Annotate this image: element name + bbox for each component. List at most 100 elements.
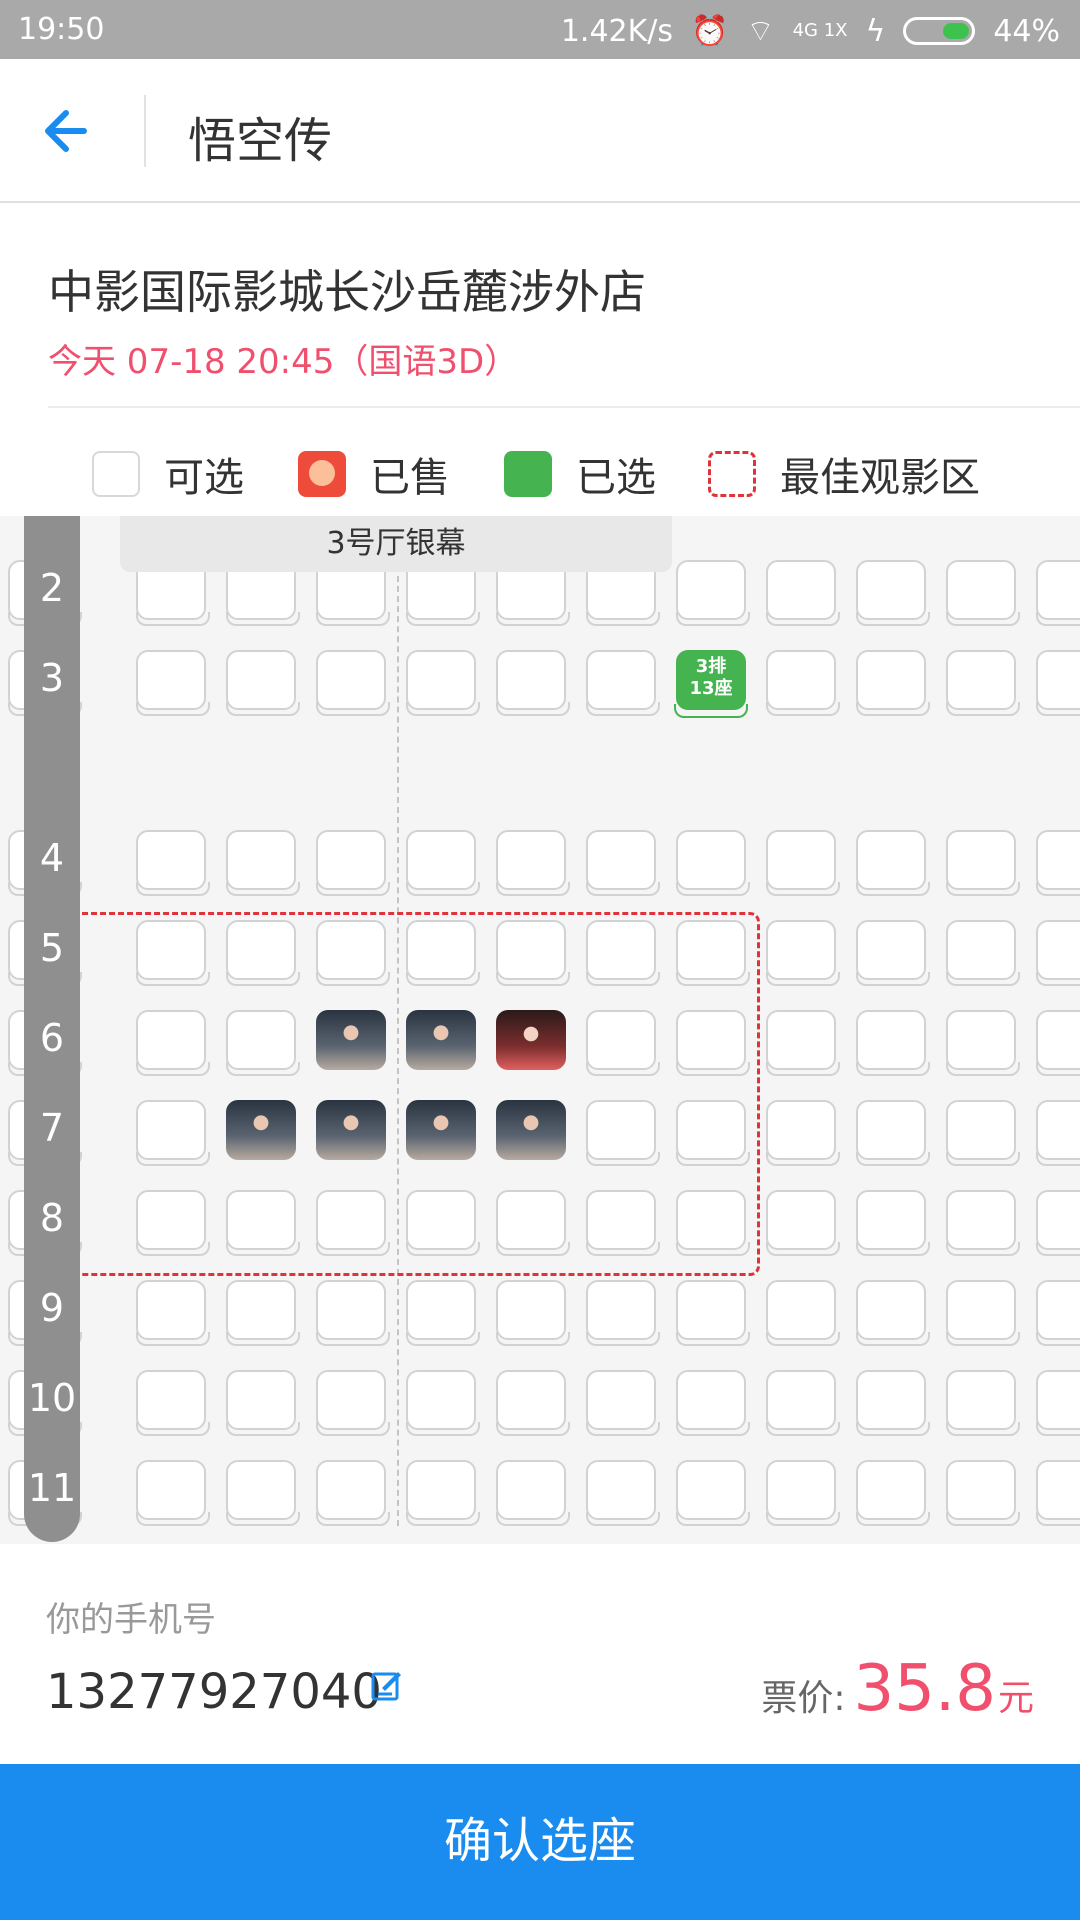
- seat[interactable]: [1036, 650, 1080, 716]
- seat[interactable]: [766, 1460, 840, 1526]
- seat[interactable]: [946, 1100, 1020, 1166]
- network-type: 4G 1X: [792, 20, 848, 41]
- seat[interactable]: [766, 1190, 840, 1256]
- battery-level: 44%: [993, 13, 1060, 49]
- seat[interactable]: [946, 560, 1020, 626]
- seat[interactable]: [406, 1280, 480, 1346]
- seat[interactable]: [766, 1370, 840, 1436]
- seat[interactable]: [946, 830, 1020, 896]
- seat[interactable]: [856, 1010, 930, 1076]
- seat[interactable]: [1036, 560, 1080, 626]
- seat[interactable]: [316, 650, 390, 716]
- seat[interactable]: [226, 1280, 300, 1346]
- seat[interactable]: [136, 830, 210, 896]
- confirm-seat-button[interactable]: 确认选座: [0, 1764, 1080, 1920]
- row-number: 6: [39, 1016, 65, 1060]
- seat[interactable]: [676, 560, 750, 626]
- seat[interactable]: [676, 1280, 750, 1346]
- seat[interactable]: [226, 1460, 300, 1526]
- seat[interactable]: [766, 560, 840, 626]
- cinema-name: 中影国际影城长沙岳麓涉外店: [48, 265, 646, 319]
- seat[interactable]: [946, 1010, 1020, 1076]
- seat[interactable]: [766, 920, 840, 986]
- seat[interactable]: [496, 830, 570, 896]
- seat[interactable]: [1036, 1100, 1080, 1166]
- page-title: 悟空传: [188, 113, 333, 169]
- seat[interactable]: [226, 830, 300, 896]
- seat[interactable]: [226, 1370, 300, 1436]
- seat[interactable]: [946, 1370, 1020, 1436]
- seat[interactable]: [676, 830, 750, 896]
- seat[interactable]: [586, 650, 660, 716]
- seat[interactable]: [1036, 1280, 1080, 1346]
- seat[interactable]: [136, 1370, 210, 1436]
- selected-seat[interactable]: 3排 13座: [674, 650, 748, 718]
- seat[interactable]: [406, 830, 480, 896]
- seat[interactable]: [496, 1370, 570, 1436]
- sold-seat-icon: [298, 451, 346, 497]
- seat[interactable]: [766, 1100, 840, 1166]
- seat[interactable]: [406, 1370, 480, 1436]
- seat[interactable]: [316, 1460, 390, 1526]
- selected-seat-icon: [504, 451, 552, 497]
- seat[interactable]: [856, 920, 930, 986]
- seat[interactable]: [946, 1460, 1020, 1526]
- status-time: 19:50: [18, 12, 105, 47]
- seat[interactable]: [586, 1460, 660, 1526]
- seat[interactable]: [496, 1460, 570, 1526]
- seat[interactable]: [406, 650, 480, 716]
- seat[interactable]: [586, 830, 660, 896]
- seat[interactable]: [226, 650, 300, 716]
- seat[interactable]: [676, 1370, 750, 1436]
- seat[interactable]: [1036, 830, 1080, 896]
- price-value: 35.8: [853, 1652, 996, 1726]
- wifi-icon: ⌔: [746, 14, 775, 49]
- row-number: 8: [39, 1196, 65, 1240]
- seat[interactable]: [766, 830, 840, 896]
- seat[interactable]: [856, 830, 930, 896]
- seat[interactable]: [1036, 920, 1080, 986]
- seat[interactable]: [1036, 1010, 1080, 1076]
- seat[interactable]: [1036, 1460, 1080, 1526]
- ticket-price: 票价: 35.8 元: [761, 1652, 1034, 1726]
- seat[interactable]: [766, 650, 840, 716]
- back-arrow-icon[interactable]: [40, 101, 100, 161]
- row-number: 9: [39, 1286, 65, 1330]
- seat[interactable]: [766, 1280, 840, 1346]
- seat[interactable]: [856, 1100, 930, 1166]
- seat[interactable]: [856, 650, 930, 716]
- seat[interactable]: [1036, 1370, 1080, 1436]
- seat[interactable]: [316, 1370, 390, 1436]
- seat[interactable]: [1036, 1190, 1080, 1256]
- seat[interactable]: [856, 1460, 930, 1526]
- seat-map[interactable]: 3排 13座 3号厅银幕 2 3 4 5 6 7 8 9 10 11: [0, 516, 1080, 1544]
- seat[interactable]: [766, 1010, 840, 1076]
- seat[interactable]: [856, 560, 930, 626]
- row-number: 5: [39, 926, 65, 970]
- seat[interactable]: [316, 830, 390, 896]
- seat[interactable]: [946, 650, 1020, 716]
- seat[interactable]: [136, 1280, 210, 1346]
- row-number: 3: [39, 656, 65, 700]
- seat[interactable]: [406, 1460, 480, 1526]
- seat[interactable]: [676, 1460, 750, 1526]
- best-zone-icon: [708, 451, 756, 497]
- seat[interactable]: [586, 1370, 660, 1436]
- seat[interactable]: [586, 1280, 660, 1346]
- seat[interactable]: [946, 1190, 1020, 1256]
- seat[interactable]: [496, 650, 570, 716]
- seat[interactable]: [496, 1280, 570, 1346]
- row-number: 7: [39, 1106, 65, 1150]
- seat[interactable]: [136, 1460, 210, 1526]
- seat[interactable]: [316, 1280, 390, 1346]
- seat[interactable]: [946, 1280, 1020, 1346]
- seat[interactable]: [946, 920, 1020, 986]
- seat[interactable]: [856, 1190, 930, 1256]
- phone-label: 你的手机号: [46, 1600, 216, 1640]
- seat[interactable]: [136, 650, 210, 716]
- edit-icon[interactable]: [370, 1668, 404, 1702]
- seat[interactable]: [856, 1280, 930, 1346]
- row-number: 2: [39, 566, 65, 610]
- seat[interactable]: [856, 1370, 930, 1436]
- header: 悟空传: [0, 59, 1080, 203]
